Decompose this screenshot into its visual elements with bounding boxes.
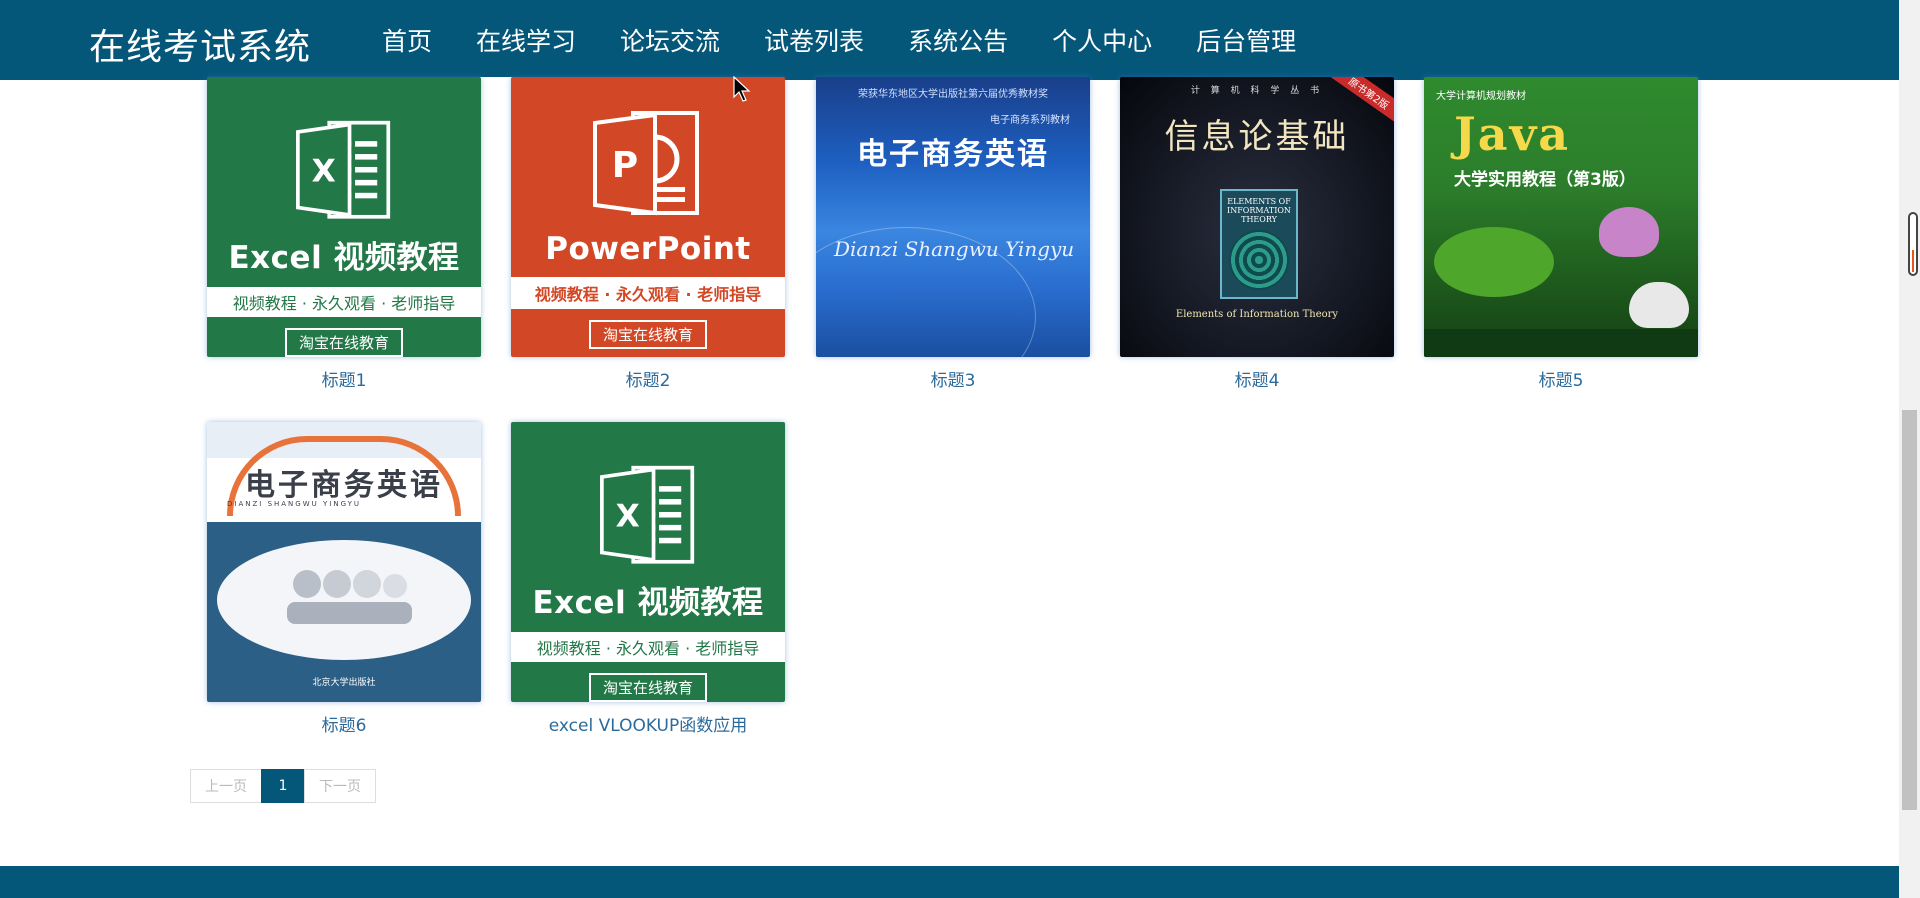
course-title[interactable]: 标题2 (511, 366, 785, 391)
excel-logo-icon: X (296, 120, 391, 219)
pagination: 上一页 1 下一页 (190, 769, 376, 803)
cover-award: 荣获华东地区大学出版社第六届优秀教材奖 (858, 89, 1048, 100)
cover-pinyin: DIANZI SHANGWU YINGYU (227, 500, 362, 508)
course-card[interactable]: X Excel 视频教程 视频教程 · 永久观看 · 老师指导 淘宝在线教育 标… (207, 77, 481, 391)
cover-band: 视频教程 · 永久观看 · 老师指导 (511, 277, 785, 309)
cover-english-title: Elements of Information Theory (1175, 309, 1339, 320)
cover-stamp: 淘宝在线教育 (284, 328, 403, 357)
leaf-graphic (1434, 227, 1554, 297)
course-title[interactable]: 标题1 (207, 366, 481, 391)
page-number-button[interactable]: 1 (261, 769, 305, 803)
course-cover[interactable]: 大学计算机规划教材 Java 大学实用教程（第3版） (1424, 77, 1698, 357)
nav-admin[interactable]: 后台管理 (1174, 0, 1318, 80)
cover-series: 大学计算机规划教材 (1436, 91, 1526, 102)
cover-book-title: 信息论基础 (1164, 117, 1350, 157)
flower-graphic (1599, 207, 1659, 257)
nav-online-learning[interactable]: 在线学习 (454, 0, 599, 80)
cover-series: 电子商务系列教材 (990, 115, 1070, 126)
cover-headline: PowerPoint (545, 231, 751, 267)
cover-stamp: 淘宝在线教育 (588, 673, 707, 702)
course-title[interactable]: excel VLOOKUP函数应用 (511, 711, 785, 736)
scrollbar-thumb[interactable] (1902, 410, 1917, 810)
scroll-mouse-indicator-icon (1908, 212, 1918, 276)
course-cover[interactable]: X Excel 视频教程 视频教程 · 永久观看 · 老师指导 淘宝在线教育 (511, 422, 785, 702)
cover-band: 视频教程 · 永久观看 · 老师指导 (207, 287, 481, 317)
nav-home[interactable]: 首页 (360, 0, 454, 80)
course-cover[interactable]: 计 算 机 科 学 丛 书 原书第2版 信息论基础 ELEMENTS OF IN… (1120, 77, 1394, 357)
course-title[interactable]: 标题3 (816, 366, 1090, 391)
cover-stamp: 淘宝在线教育 (588, 320, 707, 349)
powerpoint-logo-icon: P (593, 111, 699, 216)
cover-pinyin: Dianzi Shangwu Yingyu (834, 237, 1075, 261)
course-card[interactable]: P PowerPoint 视频教程 · 永久观看 · 老师指导 淘宝在线教育 标… (511, 77, 785, 391)
mouse-graphic (1629, 282, 1689, 328)
cover-bottom-strip (1424, 329, 1698, 357)
course-title[interactable]: 标题6 (207, 711, 481, 736)
course-card[interactable]: X Excel 视频教程 视频教程 · 永久观看 · 老师指导 淘宝在线教育 e… (511, 422, 785, 736)
inner-cover-title: ELEMENTS OF INFORMATION THEORY (1227, 197, 1291, 224)
nav-personal-center[interactable]: 个人中心 (1030, 0, 1174, 80)
course-title[interactable]: 标题4 (1120, 366, 1394, 391)
page-footer (0, 866, 1899, 898)
course-cover[interactable]: X Excel 视频教程 视频教程 · 永久观看 · 老师指导 淘宝在线教育 (207, 77, 481, 357)
svg-text:X: X (616, 499, 640, 535)
cover-book-title: 电子商务英语 (857, 137, 1049, 172)
course-card[interactable]: 电子商务英语 DIANZI SHANGWU YINGYU 北京大学出版社 标题6 (207, 422, 481, 736)
cover-book-title: 电子商务英语 (245, 468, 443, 503)
cover-book-title: Java (1454, 107, 1571, 161)
top-navbar: 在线考试系统 首页 在线学习 论坛交流 试卷列表 系统公告 个人中心 后台管理 (0, 0, 1899, 80)
prev-page-button[interactable]: 上一页 (190, 769, 262, 803)
course-cover[interactable]: 电子商务英语 DIANZI SHANGWU YINGYU 北京大学出版社 (207, 422, 481, 702)
next-page-button[interactable]: 下一页 (304, 769, 376, 803)
nav-forum[interactable]: 论坛交流 (598, 0, 742, 80)
course-card[interactable]: 荣获华东地区大学出版社第六届优秀教材奖 电子商务系列教材 电子商务英语 Dian… (816, 77, 1090, 391)
site-brand[interactable]: 在线考试系统 (89, 18, 311, 70)
course-cover[interactable]: 荣获华东地区大学出版社第六届优秀教材奖 电子商务系列教材 电子商务英语 Dian… (816, 77, 1090, 357)
course-card[interactable]: 大学计算机规划教材 Java 大学实用教程（第3版） 标题5 (1424, 77, 1698, 391)
main-nav: 首页 在线学习 论坛交流 试卷列表 系统公告 个人中心 后台管理 (360, 0, 1318, 80)
excel-logo-icon: X (600, 465, 695, 564)
course-title[interactable]: 标题5 (1424, 366, 1698, 391)
course-cover[interactable]: P PowerPoint 视频教程 · 永久观看 · 老师指导 淘宝在线教育 (511, 77, 785, 357)
inner-cover-image: ELEMENTS OF INFORMATION THEORY (1220, 189, 1298, 299)
cover-publisher: 北京大学出版社 (312, 678, 376, 688)
svg-text:P: P (612, 145, 638, 186)
cover-headline: Excel 视频教程 (532, 585, 764, 622)
cover-subtitle: 大学实用教程（第3版） (1454, 170, 1636, 190)
mouse-cursor-icon (733, 76, 751, 102)
nav-exam-list[interactable]: 试卷列表 (742, 0, 886, 80)
headset-operators-graphic (287, 570, 412, 624)
swirl-graphic (1229, 230, 1289, 290)
nav-announcements[interactable]: 系统公告 (886, 0, 1030, 80)
svg-text:X: X (312, 154, 336, 190)
course-card[interactable]: 计 算 机 科 学 丛 书 原书第2版 信息论基础 ELEMENTS OF IN… (1120, 77, 1394, 391)
cover-band: 视频教程 · 永久观看 · 老师指导 (511, 632, 785, 662)
cover-headline: Excel 视频教程 (228, 240, 460, 277)
